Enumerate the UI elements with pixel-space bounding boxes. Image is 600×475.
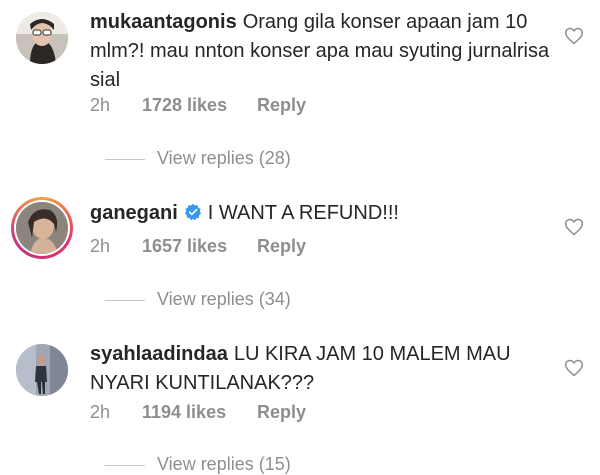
reply-button[interactable]: Reply	[257, 402, 306, 423]
reply-button[interactable]: Reply	[257, 236, 306, 257]
view-replies-button[interactable]: View replies (28)	[105, 148, 291, 169]
comment-likes[interactable]: 1728 likes	[142, 95, 257, 116]
avatar[interactable]	[16, 12, 68, 64]
avatar[interactable]	[16, 344, 68, 396]
replies-divider	[105, 464, 145, 466]
comment-username[interactable]: mukaantagonis	[90, 11, 237, 33]
avatar-image	[16, 202, 68, 254]
comment-username[interactable]: syahlaadindaa	[90, 343, 228, 365]
heart-outline-icon[interactable]	[564, 26, 584, 46]
comment-time: 2h	[90, 95, 111, 115]
comment-time: 2h	[90, 402, 111, 422]
heart-outline-icon[interactable]	[564, 217, 584, 237]
view-replies-label: View replies (15)	[157, 454, 291, 474]
avatar-image	[16, 12, 68, 64]
replies-divider	[105, 158, 145, 160]
avatar-image	[16, 344, 68, 396]
avatar	[16, 202, 68, 254]
comment-text: I WANT A REFUND!!!	[207, 202, 399, 224]
reply-button[interactable]: Reply	[257, 95, 306, 116]
comment-username[interactable]: ganegani	[90, 202, 178, 224]
story-ring-gap	[14, 200, 70, 256]
view-replies-button[interactable]: View replies (34)	[105, 289, 291, 310]
comment-likes[interactable]: 1657 likes	[142, 236, 257, 257]
view-replies-label: View replies (34)	[157, 289, 291, 309]
view-replies-button[interactable]: View replies (15)	[105, 454, 291, 475]
comment-likes[interactable]: 1194 likes	[142, 402, 257, 423]
replies-divider	[105, 299, 145, 301]
heart-outline-icon[interactable]	[564, 358, 584, 378]
story-ring[interactable]	[11, 197, 73, 259]
verified-badge-icon	[184, 203, 201, 221]
comment-time: 2h	[90, 236, 111, 256]
view-replies-label: View replies (28)	[157, 148, 291, 168]
